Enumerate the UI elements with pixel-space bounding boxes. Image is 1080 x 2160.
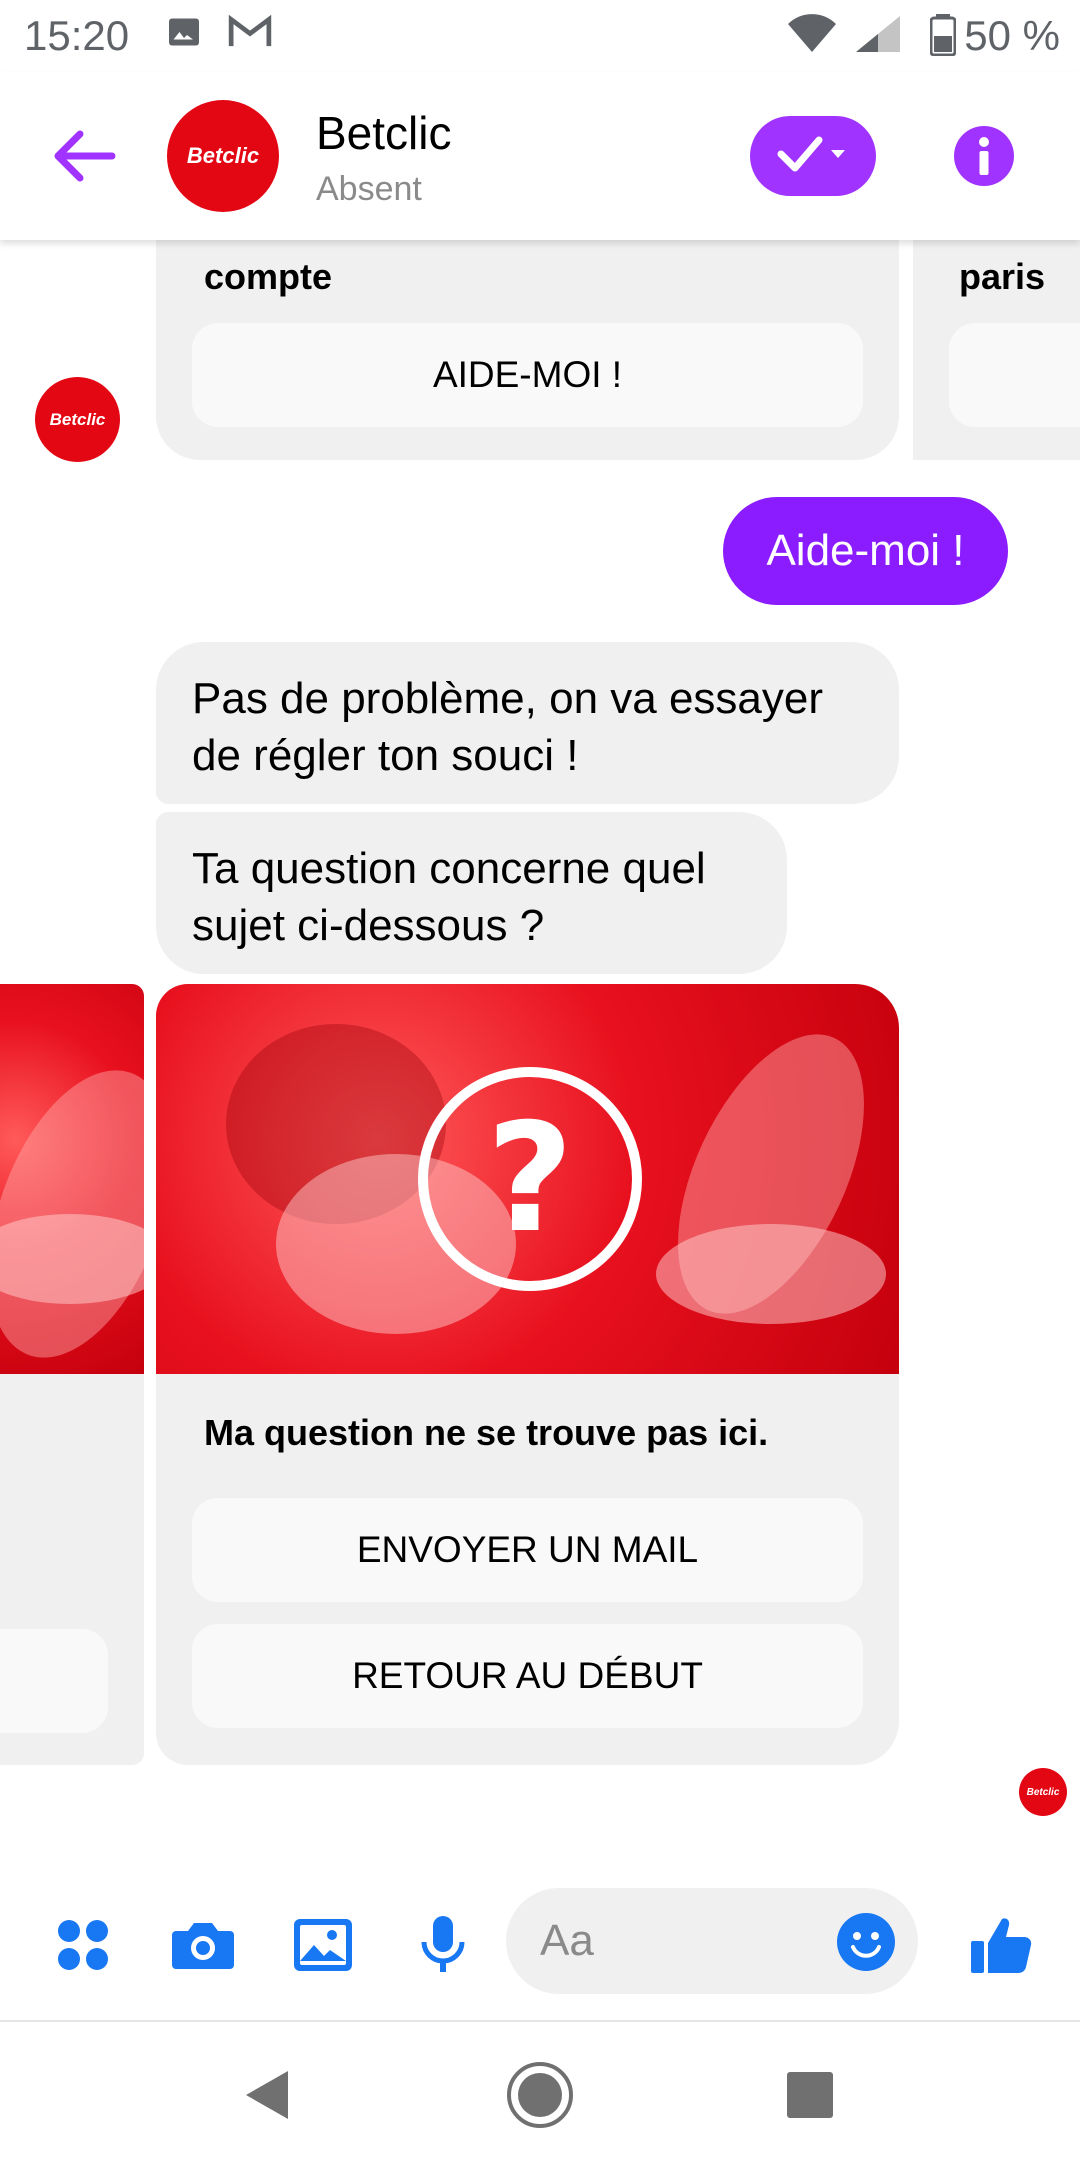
more-apps-icon[interactable]: [48, 1910, 118, 1980]
message-composer: Aa: [0, 1880, 1080, 2020]
emoji-icon[interactable]: [836, 1912, 896, 1972]
gallery-icon[interactable]: [288, 1910, 358, 1980]
card-title: compte: [204, 256, 333, 297]
status-time: 15:20: [24, 12, 130, 59]
contact-avatar[interactable]: Betclic: [167, 100, 279, 212]
info-icon[interactable]: [954, 126, 1014, 186]
read-receipt-avatar: Betclic: [1019, 1768, 1067, 1816]
card-title: Ma question ne se trouve pas ici.: [204, 1412, 769, 1453]
carousel-card-bets: paris: [913, 240, 1080, 460]
check-dropdown-button[interactable]: [750, 116, 876, 196]
bot-message-bubble[interactable]: Ta question concerne quel sujet ci-desso…: [156, 812, 787, 974]
chat-thread[interactable]: compte AIDE-MOI ! paris Betclic Aide-moi…: [0, 240, 1080, 1880]
carousel-card-account: compte AIDE-MOI !: [156, 240, 899, 460]
microphone-icon[interactable]: [408, 1910, 478, 1980]
help-me-button[interactable]: AIDE-MOI !: [192, 323, 863, 427]
bot-message-bubble[interactable]: Pas de problème, on va essayer de régler…: [156, 642, 899, 804]
message-input-placeholder: Aa: [540, 1916, 594, 1965]
message-input[interactable]: Aa: [506, 1888, 918, 1994]
wifi-icon: [786, 14, 838, 59]
home-nav-icon[interactable]: [505, 2060, 575, 2130]
card-image: ?: [156, 984, 899, 1374]
gmail-icon: [228, 14, 272, 55]
betclic-logo: Betclic: [186, 143, 260, 168]
recents-nav-icon[interactable]: [775, 2060, 845, 2130]
back-to-start-button[interactable]: RETOUR AU DÉBUT: [192, 1624, 863, 1728]
battery-percentage: 50 %: [964, 12, 1060, 59]
card-button[interactable]: [0, 1629, 108, 1733]
status-bar: 15:20 50 %: [0, 0, 1080, 72]
battery-icon: [929, 14, 957, 61]
signal-icon: [852, 14, 904, 59]
thumbs-up-icon[interactable]: [966, 1910, 1036, 1980]
card-image: [0, 984, 144, 1374]
card-title: paris: [959, 256, 1046, 297]
user-message-bubble[interactable]: Aide-moi !: [723, 497, 1008, 605]
send-mail-button[interactable]: ENVOYER UN MAIL: [192, 1498, 863, 1602]
contact-name[interactable]: Betclic: [316, 106, 451, 160]
question-mark-icon: ?: [418, 1067, 642, 1291]
back-arrow-icon[interactable]: [50, 126, 120, 186]
betclic-logo: Betclic: [49, 409, 106, 429]
system-navigation-bar: [0, 2020, 1080, 2160]
contact-status: Absent: [316, 170, 422, 208]
camera-icon[interactable]: [168, 1910, 238, 1980]
bot-avatar: Betclic: [35, 377, 120, 462]
image-icon: [166, 14, 202, 55]
back-nav-icon[interactable]: [232, 2060, 302, 2130]
carousel-card-previous[interactable]: [0, 984, 144, 1765]
carousel-card-other-question[interactable]: ? Ma question ne se trouve pas ici. ENVO…: [156, 984, 899, 1765]
card-button[interactable]: [949, 323, 1080, 427]
check-dropdown-icon: [773, 132, 853, 181]
conversation-header: Betclic Betclic Absent: [0, 72, 1080, 240]
betclic-logo: Betclic: [1026, 1786, 1060, 1798]
